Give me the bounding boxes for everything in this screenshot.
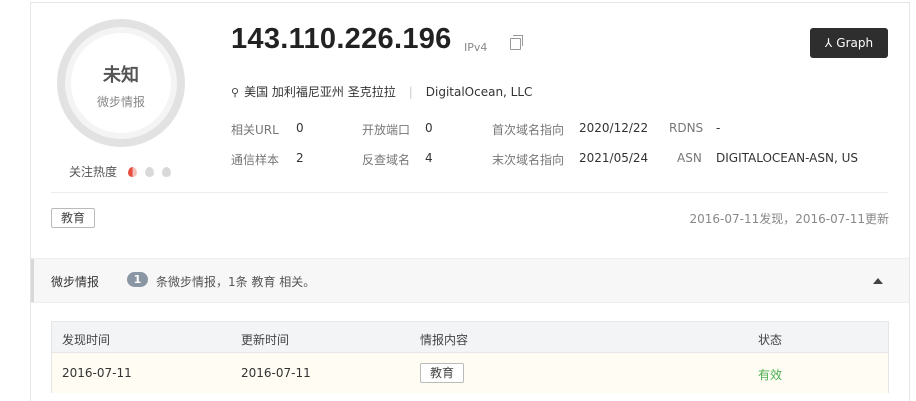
stat-rdns: RDNS - [669, 121, 721, 135]
heat-indicator: 关注热度 [69, 163, 171, 180]
ip-version: IPv4 [464, 41, 488, 54]
reverse-domains-value[interactable]: 4 [425, 151, 433, 165]
flame-icon [144, 167, 154, 177]
first-domain-value: 2020/12/22 [579, 121, 649, 135]
flame-icon [127, 167, 137, 177]
status-badge: 有效 [758, 368, 783, 382]
last-domain-value: 2021/05/24 [579, 151, 649, 165]
verdict-source: 微步情报 [96, 95, 145, 109]
intel-section-header[interactable]: 微步情报 1 条微步情报，1条 教育 相关。 [31, 258, 909, 303]
location-place: 美国 加利福尼亚州 圣克拉拉 [244, 85, 396, 99]
count-badge: 1 [127, 272, 148, 287]
flame-icon [161, 167, 171, 177]
content-tag[interactable]: 教育 [420, 363, 465, 383]
column-header: 发现时间 [62, 333, 111, 347]
divider [51, 192, 888, 193]
stat-asn: ASN DIGITALOCEAN-ASN, US [677, 151, 858, 165]
samples-value[interactable]: 2 [296, 151, 304, 165]
stat-reverse-domains: 反查域名 4 [362, 151, 433, 167]
asn-value[interactable]: DIGITALOCEAN-ASN, US [716, 151, 858, 165]
location-pin-icon: ⚲ [231, 86, 240, 99]
verdict-ring: 未知 微步情报 [57, 19, 185, 147]
section-title: 微步情报 [51, 275, 100, 289]
column-header: 更新时间 [241, 333, 290, 347]
open-ports-value[interactable]: 0 [425, 121, 433, 135]
graph-button[interactable]: ⅄ Graph [810, 28, 888, 58]
divider: | [408, 85, 413, 99]
stat-last-domain: 末次域名指向 2021/05/24 [492, 151, 649, 167]
location-line: ⚲ 美国 加利福尼亚州 圣克拉拉 | DigitalOcean, LLC [231, 83, 532, 100]
copy-icon[interactable] [510, 35, 523, 50]
stat-open-ports: 开放端口 0 [362, 121, 433, 137]
rdns-value: - [716, 121, 721, 135]
ip-profile-card: 未知 微步情报 关注热度 143.110.226.196 IPv4 ⅄ Graph… [30, 2, 910, 401]
tag-education[interactable]: 教育 [51, 208, 96, 228]
table-header: 发现时间 更新时间 情报内容 状态 [52, 322, 888, 353]
collapse-caret-icon[interactable] [873, 278, 883, 284]
column-header: 情报内容 [420, 333, 469, 347]
stat-first-domain: 首次域名指向 2020/12/22 [492, 121, 649, 137]
section-description: 条微步情报，1条 教育 相关。 [156, 275, 316, 289]
stat-related-url: 相关URL 0 [231, 121, 304, 137]
ip-address: 143.110.226.196 [231, 23, 452, 55]
column-header: 状态 [758, 333, 783, 347]
updated-date: 2016-07-11 [241, 366, 311, 380]
stat-samples: 通信样本 2 [231, 151, 304, 167]
dates-summary: 2016-07-11发现，2016-07-11更新 [689, 212, 889, 226]
heat-label: 关注热度 [69, 165, 118, 179]
graph-icon: ⅄ [824, 36, 833, 50]
table-row: 2016-07-11 2016-07-11 教育 有效 [52, 353, 888, 393]
verdict-label: 未知 [103, 65, 139, 86]
isp-name: DigitalOcean, LLC [425, 85, 533, 99]
related-url-value[interactable]: 0 [296, 121, 304, 135]
found-date: 2016-07-11 [62, 366, 132, 380]
intel-table: 发现时间 更新时间 情报内容 状态 2016-07-11 2016-07-11 … [51, 321, 889, 393]
